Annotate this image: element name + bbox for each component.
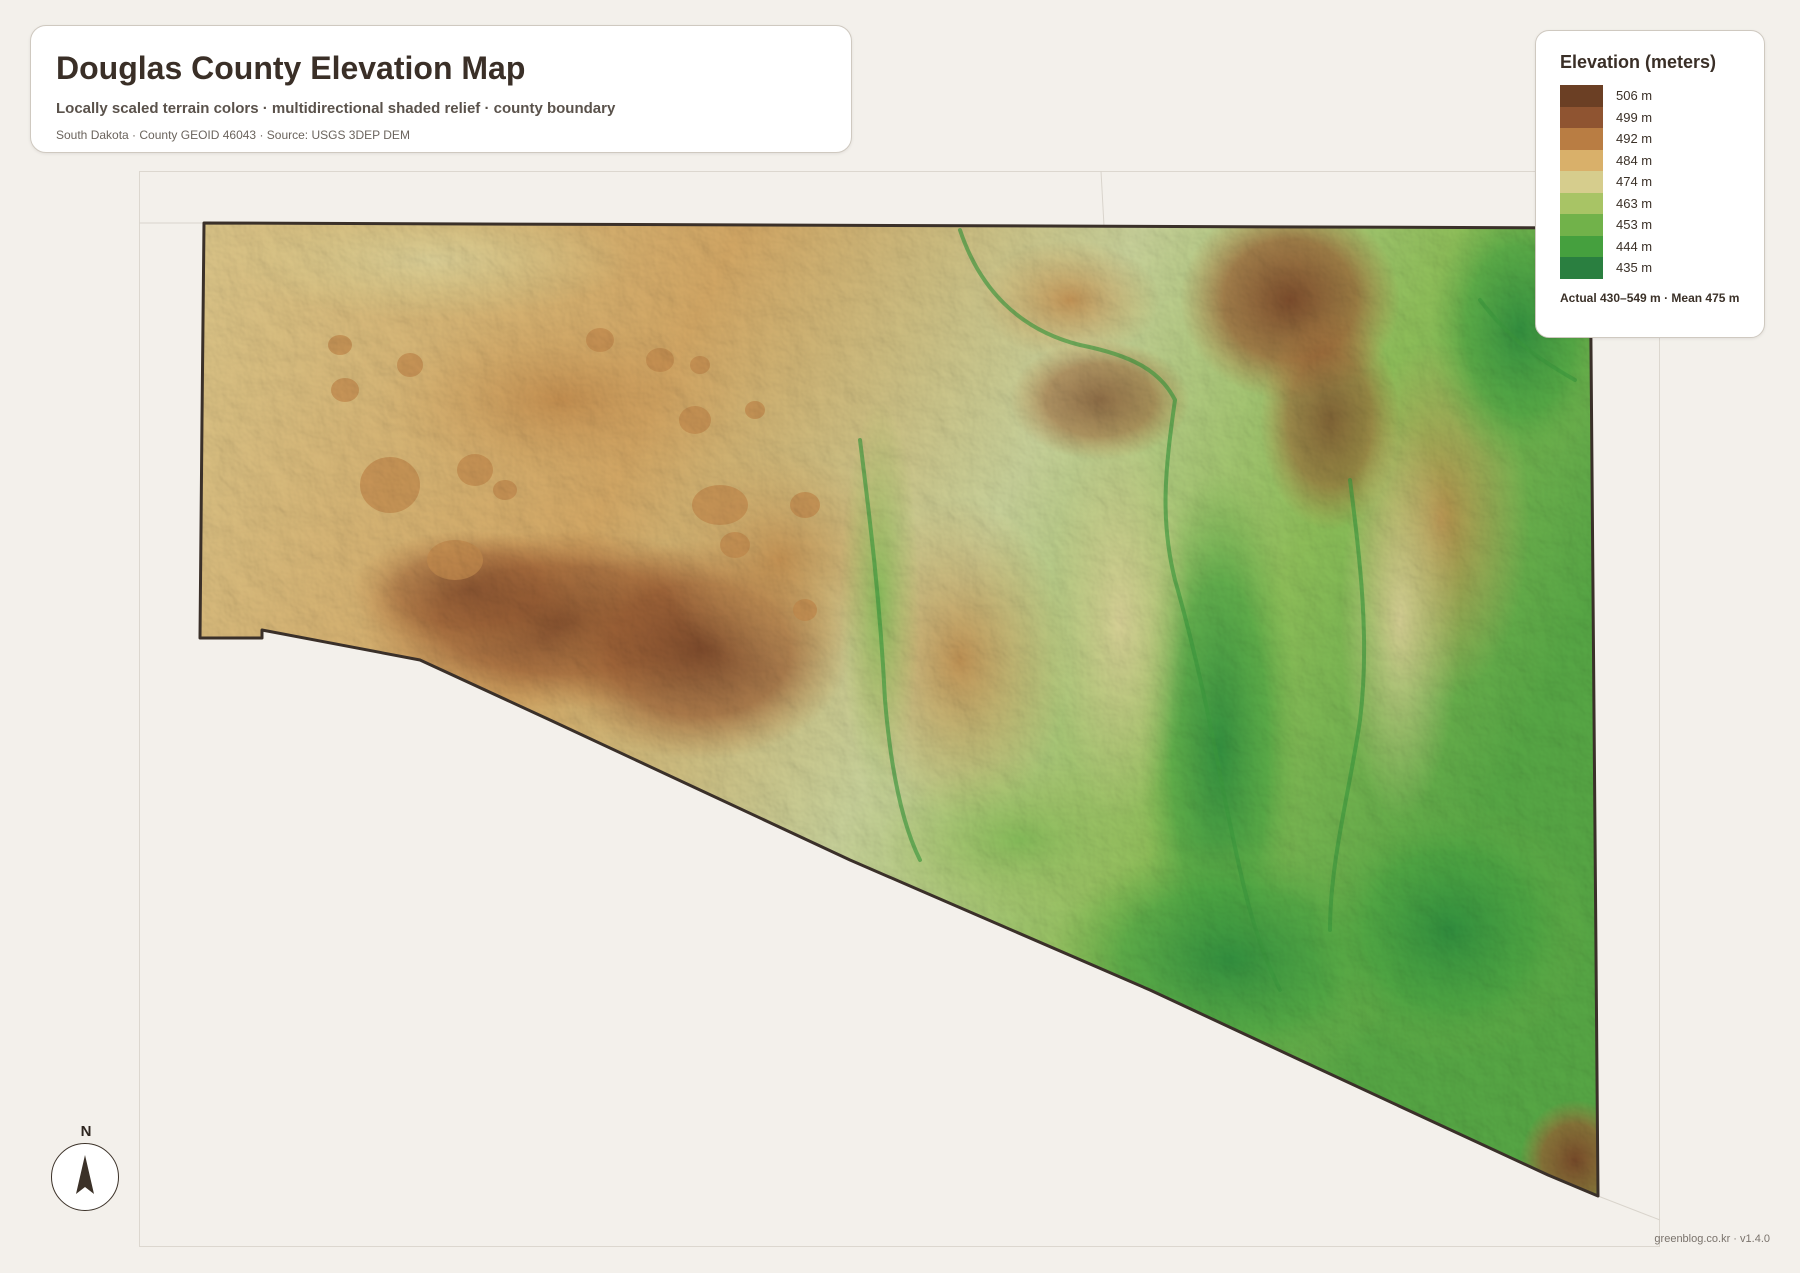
- legend-item: 492 m: [1560, 128, 1740, 150]
- north-arrow: N: [50, 1123, 122, 1213]
- legend-item: 444 m: [1560, 235, 1740, 257]
- legend-item-label: 474 m: [1616, 174, 1653, 190]
- legend-swatch: [1560, 257, 1603, 279]
- legend-item: 463 m: [1560, 192, 1740, 214]
- compass-circle: [51, 1143, 119, 1211]
- legend-item: 499 m: [1560, 106, 1740, 128]
- legend-item: 506 m: [1560, 85, 1740, 107]
- legend-swatch: [1560, 106, 1603, 128]
- legend-swatch: [1560, 171, 1603, 193]
- legend-item-label: 463 m: [1616, 195, 1653, 211]
- legend-item: 474 m: [1560, 171, 1740, 193]
- legend-item-label: 484 m: [1616, 152, 1653, 168]
- legend-item-label: 492 m: [1616, 131, 1653, 147]
- legend-item: 435 m: [1560, 257, 1740, 279]
- north-label: N: [80, 1123, 92, 1140]
- legend-item-label: 506 m: [1616, 88, 1653, 104]
- elevation-legend: Elevation (meters) 506 m 499 m 492 m 484 m 4…: [1535, 30, 1765, 338]
- legend-items: 506 m 499 m 492 m 484 m 474 m 463 m 453 m 444 m…: [1560, 85, 1740, 279]
- credit-text: greenblog.co.kr · v1.4.0: [1654, 1233, 1770, 1245]
- adjacent-boundary-line: [1100, 170, 1105, 227]
- elevation-map[interactable]: [0, 0, 1800, 1273]
- legend-swatch: [1560, 192, 1603, 214]
- legend-swatch: [1560, 235, 1603, 257]
- legend-stats: Actual 430–549 m · Mean 475 m: [1560, 290, 1740, 305]
- legend-swatch: [1560, 128, 1603, 150]
- legend-item-label: 444 m: [1616, 238, 1653, 254]
- legend-swatch: [1560, 85, 1603, 107]
- legend-item: 484 m: [1560, 149, 1740, 171]
- north-arrow-icon: [76, 1155, 94, 1194]
- legend-swatch: [1560, 214, 1603, 236]
- legend-swatch: [1560, 149, 1603, 171]
- legend-item-label: 499 m: [1616, 109, 1653, 125]
- legend-item: 453 m: [1560, 214, 1740, 236]
- legend-item-label: 435 m: [1616, 260, 1653, 276]
- legend-item-label: 453 m: [1616, 217, 1653, 233]
- legend-title: Elevation (meters): [1560, 52, 1717, 72]
- terrain-layer: [200, 223, 1598, 1196]
- adjacent-boundary-line: [1597, 1195, 1661, 1221]
